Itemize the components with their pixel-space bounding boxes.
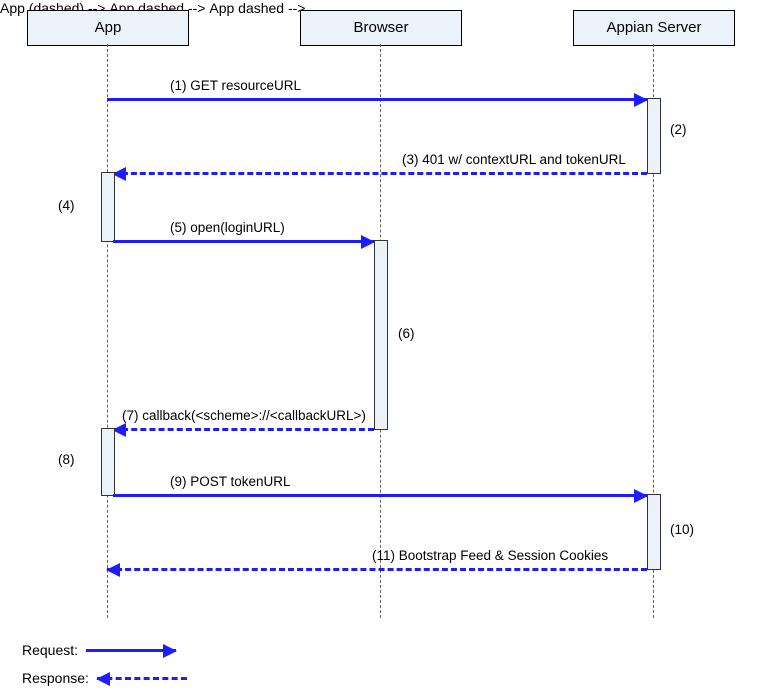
label-2: (2) — [670, 122, 687, 137]
arrow-1-get-resourceurl — [107, 98, 647, 101]
label-6: (6) — [398, 326, 415, 341]
legend-request-arrow — [86, 649, 176, 652]
arrow-11-bootstrap — [107, 568, 647, 571]
legend-request-label: Request: — [22, 642, 78, 658]
label-10: (10) — [670, 522, 694, 537]
label-5: (5) open(loginURL) — [170, 220, 285, 235]
activation-10 — [647, 494, 661, 570]
arrow-5-open-loginurl — [113, 240, 374, 243]
arrow-7-callback — [113, 428, 374, 431]
label-1: (1) GET resourceURL — [170, 78, 301, 93]
participant-server: Appian Server — [573, 10, 735, 46]
arrow-3-401 — [113, 172, 647, 175]
arrow-9-post-tokenurl — [113, 494, 647, 497]
participant-app: App — [27, 10, 189, 46]
sequence-diagram: App Browser Appian Server (1) GET resour… — [0, 0, 773, 693]
legend-request: Request: — [22, 640, 176, 660]
participant-browser: Browser — [300, 10, 462, 46]
legend-response-label: Response: — [22, 670, 89, 686]
activation-4 — [101, 172, 115, 242]
activation-8 — [101, 428, 115, 496]
activation-6 — [374, 240, 388, 430]
activation-2 — [647, 98, 661, 174]
label-11: (11) Bootstrap Feed & Session Cookies — [372, 548, 608, 563]
label-7: (7) callback(<scheme>://<callbackURL>) — [122, 408, 366, 423]
legend-response: Response: — [22, 668, 187, 688]
legend-response-arrow — [97, 677, 187, 680]
label-9: (9) POST tokenURL — [170, 474, 291, 489]
label-4: (4) — [58, 198, 75, 213]
lifeline-app — [107, 44, 108, 618]
label-8: (8) — [58, 452, 75, 467]
label-3: (3) 401 w/ contextURL and tokenURL — [402, 152, 626, 167]
